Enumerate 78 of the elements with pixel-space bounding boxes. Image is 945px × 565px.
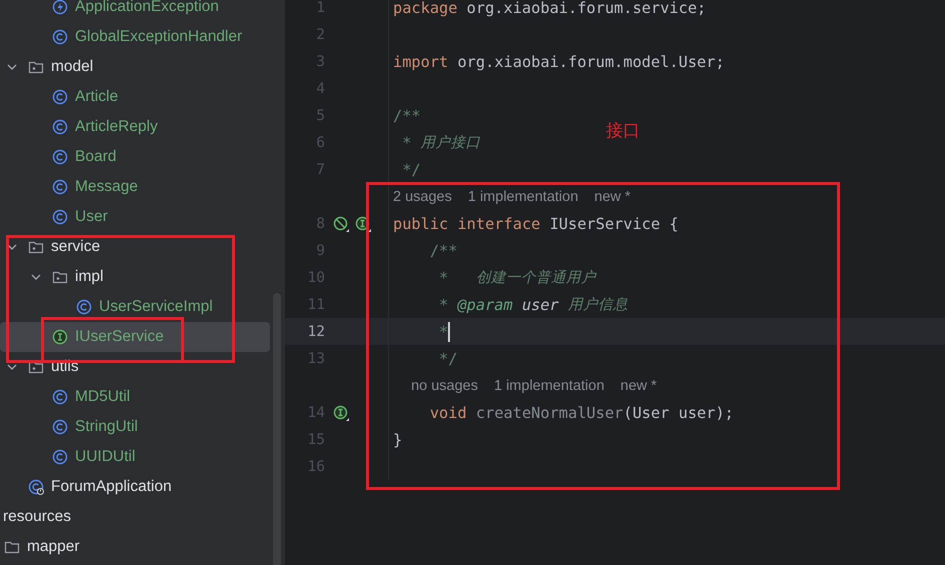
code-line: */ bbox=[401, 160, 421, 178]
tree-item[interactable]: MD5Util bbox=[0, 382, 270, 412]
runnable-class-icon bbox=[28, 479, 44, 495]
item-label: model bbox=[51, 58, 94, 76]
text-cursor bbox=[448, 322, 450, 342]
item-label: resources bbox=[3, 508, 72, 526]
item-label: User bbox=[75, 208, 108, 226]
tree-item[interactable]: model bbox=[0, 52, 270, 82]
class-icon bbox=[52, 209, 68, 225]
interface-icon bbox=[52, 329, 68, 345]
code-line: /** bbox=[428, 242, 458, 260]
code-line: } bbox=[393, 430, 402, 448]
code-line: package org.xiaobai.forum.service; bbox=[393, 0, 706, 16]
code-line: * @param user 用户信息 bbox=[438, 295, 628, 314]
item-label: StringUtil bbox=[75, 418, 138, 436]
item-label: ForumApplication bbox=[51, 478, 172, 496]
item-label: impl bbox=[75, 268, 104, 286]
code-line: public interface IUserService { bbox=[393, 214, 679, 232]
item-label: UUIDUtil bbox=[75, 448, 136, 466]
code-line: */ bbox=[438, 350, 458, 368]
package-folder-icon bbox=[28, 239, 44, 255]
code-line: * 用户接口 bbox=[401, 133, 481, 152]
tree-item[interactable]: StringUtil bbox=[0, 412, 270, 442]
tree-item[interactable]: resources bbox=[0, 502, 270, 532]
item-label: Message bbox=[75, 178, 138, 196]
inlay-hint[interactable]: new * bbox=[620, 378, 657, 394]
class-icon bbox=[52, 149, 68, 165]
inlay-hint[interactable]: no usages bbox=[411, 378, 478, 394]
class-icon bbox=[52, 119, 68, 135]
item-label: IUserService bbox=[75, 328, 164, 346]
line-number: 12 bbox=[306, 324, 325, 340]
item-label: ApplicationException bbox=[75, 0, 219, 16]
inlay-hint[interactable]: 1 implementation bbox=[494, 378, 604, 394]
class-icon bbox=[52, 179, 68, 195]
code-line: * bbox=[438, 322, 448, 340]
tree-item[interactable]: ArticleReply bbox=[0, 112, 270, 142]
tree-item[interactable]: ForumApplication bbox=[0, 472, 270, 502]
interface-marker-icon[interactable] bbox=[355, 216, 371, 232]
inlay-hint[interactable]: 1 implementation bbox=[468, 188, 578, 204]
annotation-label: 接口 bbox=[606, 120, 640, 142]
code-line: /** bbox=[393, 106, 421, 124]
item-label: MD5Util bbox=[75, 388, 130, 406]
inlay-hint[interactable]: new * bbox=[594, 188, 631, 204]
code-line: * 创建一个普通用户 bbox=[438, 268, 596, 287]
tree-item[interactable]: Article bbox=[0, 82, 270, 112]
tree-item[interactable]: UUIDUtil bbox=[0, 442, 270, 472]
item-label: Board bbox=[75, 148, 116, 166]
tree-item[interactable]: Message bbox=[0, 172, 270, 202]
tree-item[interactable]: Board bbox=[0, 142, 270, 172]
item-label: mapper bbox=[27, 538, 80, 556]
item-label: GlobalExceptionHandler bbox=[75, 28, 242, 46]
tree-item[interactable]: mapper bbox=[0, 532, 270, 562]
lightning-class-icon bbox=[52, 0, 68, 15]
code-line: void createNormalUser(User user); bbox=[428, 404, 734, 422]
class-icon bbox=[52, 449, 68, 465]
inlay-hint[interactable]: 2 usages bbox=[393, 188, 452, 204]
item-label: service bbox=[51, 238, 100, 256]
tree-item[interactable]: ApplicationException bbox=[0, 0, 270, 22]
tree-item[interactable]: User bbox=[0, 202, 270, 232]
interface-marker-icon[interactable] bbox=[333, 404, 349, 420]
item-label: Article bbox=[75, 88, 118, 106]
no-entry-icon[interactable] bbox=[333, 216, 349, 232]
item-label: UserServiceImpl bbox=[99, 298, 213, 316]
folder-icon bbox=[4, 539, 20, 555]
class-icon bbox=[52, 89, 68, 105]
class-icon bbox=[52, 389, 68, 405]
class-icon bbox=[52, 419, 68, 435]
tree-item[interactable]: impl bbox=[0, 262, 270, 292]
package-folder-icon bbox=[28, 59, 44, 75]
class-icon bbox=[76, 299, 92, 315]
code-line: import org.xiaobai.forum.model.User; bbox=[393, 52, 725, 70]
class-icon bbox=[52, 29, 68, 45]
tree-item[interactable]: IUserService bbox=[0, 322, 270, 352]
tree-item[interactable]: UserServiceImpl bbox=[0, 292, 270, 322]
tree-item[interactable]: service bbox=[0, 232, 270, 262]
tree-item[interactable]: GlobalExceptionHandler bbox=[0, 22, 270, 52]
package-folder-icon bbox=[52, 269, 68, 285]
item-label: ArticleReply bbox=[75, 118, 158, 136]
